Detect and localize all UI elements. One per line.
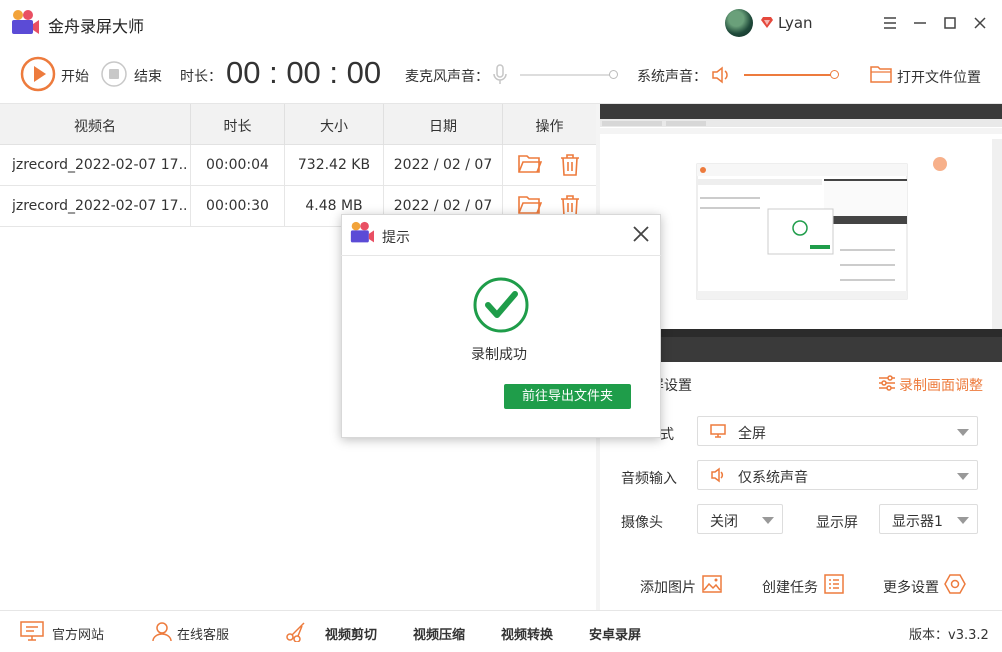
- image-icon[interactable]: [702, 574, 722, 594]
- video-duration: 00:00:04: [206, 157, 269, 173]
- dialog-title: 提示: [382, 230, 410, 246]
- app-logo-icon: [10, 9, 40, 37]
- column-header-duration: 时长: [223, 119, 252, 135]
- camera-select[interactable]: 关闭: [697, 504, 783, 534]
- vip-diamond-icon: [760, 15, 774, 29]
- display-value: 显示器1: [892, 514, 943, 530]
- system-volume-label: 系统声音：: [637, 69, 707, 85]
- open-folder-icon[interactable]: [518, 153, 542, 175]
- version-label: 版本：v3.3.2: [909, 628, 989, 643]
- video-size: 732.42 KB: [297, 157, 371, 173]
- create-task-button[interactable]: 创建任务: [762, 577, 818, 597]
- goto-export-folder-button[interactable]: 前往导出文件夹: [504, 384, 631, 409]
- column-divider: [502, 145, 503, 186]
- table-header: 视频名 时长 大小 日期 操作: [0, 104, 596, 145]
- speaker-icon[interactable]: [710, 64, 732, 86]
- add-image-button[interactable]: 添加图片: [640, 577, 696, 597]
- chevron-down-icon: [957, 473, 969, 480]
- column-header-date: 日期: [429, 119, 457, 135]
- folder-icon[interactable]: [870, 64, 892, 84]
- video-date: 2022 / 02 / 07: [393, 157, 493, 173]
- table-row[interactable]: jzrecord_2022-02-07 17... 00:00:04 732.4…: [0, 145, 596, 186]
- online-support-link[interactable]: 在线客服: [177, 624, 229, 643]
- monitor-icon: [710, 423, 726, 439]
- duration-label: 时长：: [180, 69, 222, 85]
- video-size: 4.48 MB: [305, 198, 363, 214]
- more-settings-button[interactable]: 更多设置: [883, 577, 939, 597]
- record-mode-label: 式: [660, 427, 674, 443]
- close-icon[interactable]: [970, 13, 990, 33]
- audio-input-label: 音频输入: [621, 471, 677, 487]
- column-header-size: 大小: [320, 119, 348, 135]
- official-website-link[interactable]: 官方网站: [52, 624, 104, 643]
- record-mode-value: 全屏: [738, 426, 766, 442]
- column-header-name: 视频名: [74, 119, 116, 135]
- record-timer: 00 : 00 : 00: [226, 55, 382, 90]
- record-start-icon[interactable]: [20, 56, 56, 92]
- adjust-sliders-icon[interactable]: [878, 374, 896, 392]
- open-folder-icon[interactable]: [518, 194, 542, 216]
- website-icon[interactable]: [20, 620, 44, 642]
- video-duration: 00:00:30: [206, 198, 269, 214]
- customer-service-icon[interactable]: [151, 620, 173, 642]
- chevron-down-icon: [762, 517, 774, 524]
- video-name: jzrecord_2022-02-07 17...: [12, 198, 188, 214]
- delete-icon[interactable]: [559, 153, 581, 177]
- start-button[interactable]: 开始: [61, 66, 89, 86]
- avatar[interactable]: [725, 9, 753, 37]
- mic-volume-label: 麦克风声音：: [405, 69, 489, 85]
- success-message: 录制成功: [471, 347, 527, 363]
- speaker-icon: [710, 467, 726, 483]
- android-record-link[interactable]: 安卓录屏: [589, 624, 641, 643]
- menu-icon[interactable]: [880, 13, 900, 33]
- user-name[interactable]: Lyan: [778, 14, 813, 32]
- camera-value: 关闭: [710, 514, 738, 530]
- camera-label: 摄像头: [621, 515, 663, 531]
- video-compress-link[interactable]: 视频压缩: [413, 624, 465, 643]
- display-label: 显示屏: [816, 515, 858, 531]
- title-bar: [0, 0, 1002, 46]
- maximize-icon[interactable]: [940, 13, 960, 33]
- record-mode-select[interactable]: 全屏: [697, 416, 978, 446]
- app-title: 金舟录屏大师: [48, 17, 145, 36]
- mic-volume-slider[interactable]: [520, 74, 614, 76]
- video-name: jzrecord_2022-02-07 17...: [12, 157, 188, 173]
- stop-button[interactable]: 结束: [134, 66, 162, 86]
- video-date: 2022 / 02 / 07: [393, 198, 493, 214]
- display-select[interactable]: 显示器1: [879, 504, 978, 534]
- record-area-adjust-button[interactable]: 录制画面调整: [899, 375, 983, 395]
- video-convert-link[interactable]: 视频转换: [501, 624, 553, 643]
- system-volume-slider[interactable]: [744, 74, 834, 76]
- success-check-icon: [472, 276, 530, 334]
- chevron-down-icon: [957, 429, 969, 436]
- mic-volume-handle[interactable]: [609, 70, 618, 79]
- audio-input-value: 仅系统声音: [738, 470, 808, 486]
- record-stop-icon[interactable]: [101, 61, 127, 87]
- close-icon[interactable]: [631, 224, 651, 244]
- video-cut-link[interactable]: 视频剪切: [325, 624, 377, 643]
- app-logo-icon: [349, 221, 375, 245]
- column-header-actions: 操作: [535, 119, 564, 135]
- task-list-icon[interactable]: [824, 574, 844, 594]
- chevron-down-icon: [957, 517, 969, 524]
- system-volume-handle[interactable]: [830, 70, 839, 79]
- settings-gear-icon[interactable]: [944, 573, 966, 595]
- minimize-icon[interactable]: [910, 13, 930, 33]
- open-file-location-button[interactable]: 打开文件位置: [897, 67, 981, 87]
- audio-input-select[interactable]: 仅系统声音: [697, 460, 978, 490]
- microphone-icon[interactable]: [492, 64, 508, 86]
- scissors-icon[interactable]: [285, 620, 307, 642]
